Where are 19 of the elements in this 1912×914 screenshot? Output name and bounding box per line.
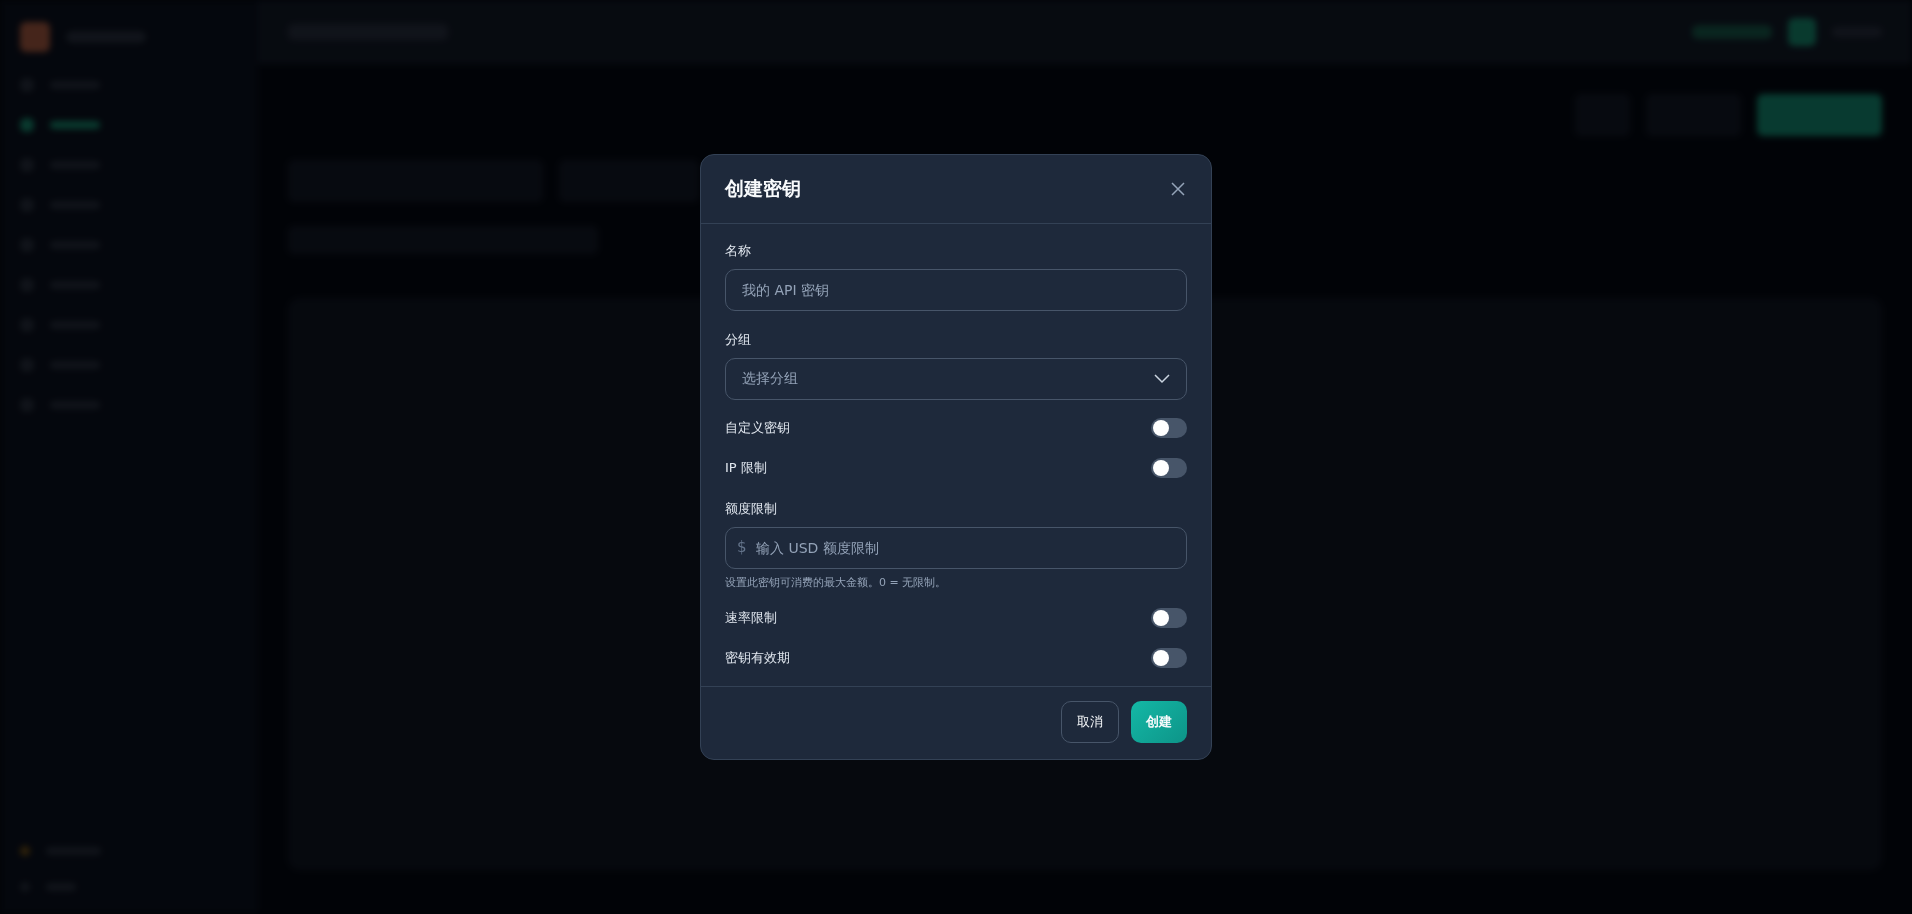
toggle-switch[interactable] [1151, 458, 1187, 478]
field-label: 分组 [725, 331, 752, 349]
field-label: 额度限制 [725, 500, 778, 518]
close-icon[interactable] [1169, 180, 1187, 198]
cancel-button[interactable]: 取消 [1061, 701, 1119, 743]
group-select[interactable]: 选择分组 [725, 358, 1187, 400]
field-hint: 设置此密钥可消费的最大金额。0 = 无限制。 [725, 575, 948, 590]
switch-label: 自定义密钥 [725, 419, 790, 437]
switch-label: IP 限制 [725, 459, 767, 477]
field-label: 名称 [725, 242, 752, 260]
toggle-switch[interactable] [1151, 648, 1187, 668]
toggle-switch[interactable] [1151, 608, 1187, 628]
switch-label: 密钥有效期 [725, 649, 790, 667]
currency-prefix: $ [737, 538, 747, 556]
toggle-switch[interactable] [1151, 418, 1187, 438]
name-input[interactable]: 我的 API 密钥 [725, 269, 1187, 311]
switch-label: 速率限制 [725, 609, 777, 627]
dialog-title: 创建密钥 [725, 176, 801, 201]
chevron-down-icon [1154, 374, 1170, 384]
